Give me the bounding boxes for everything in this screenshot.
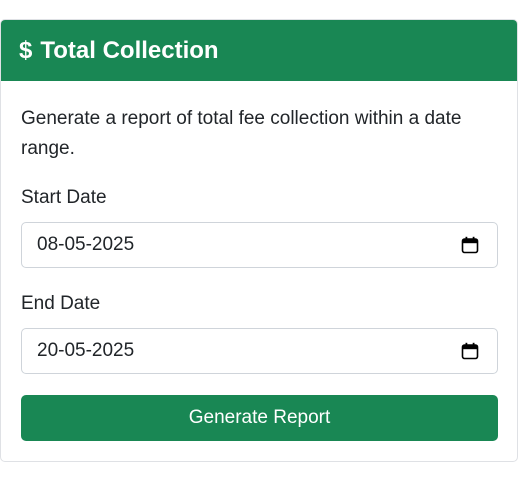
card-header: $ Total Collection [1,20,517,81]
end-date-value: 20-05-2025 [37,340,135,361]
start-date-input[interactable]: 08-05-2025 [21,222,498,268]
card-description: Generate a report of total fee collectio… [21,108,462,159]
generate-report-button[interactable]: Generate Report [21,395,498,441]
end-date-label: End Date [21,293,101,314]
start-date-label: Start Date [21,187,107,208]
calendar-icon[interactable] [461,236,479,254]
start-date-value: 08-05-2025 [37,234,135,255]
card-body: Generate a report of total fee collectio… [1,104,517,441]
total-collection-card: $ Total Collection Generate a report of … [0,19,518,462]
dollar-icon: $ [19,36,33,64]
end-date-input[interactable]: 20-05-2025 [21,328,498,374]
calendar-icon[interactable] [461,342,479,360]
card-title: Total Collection [40,36,219,64]
